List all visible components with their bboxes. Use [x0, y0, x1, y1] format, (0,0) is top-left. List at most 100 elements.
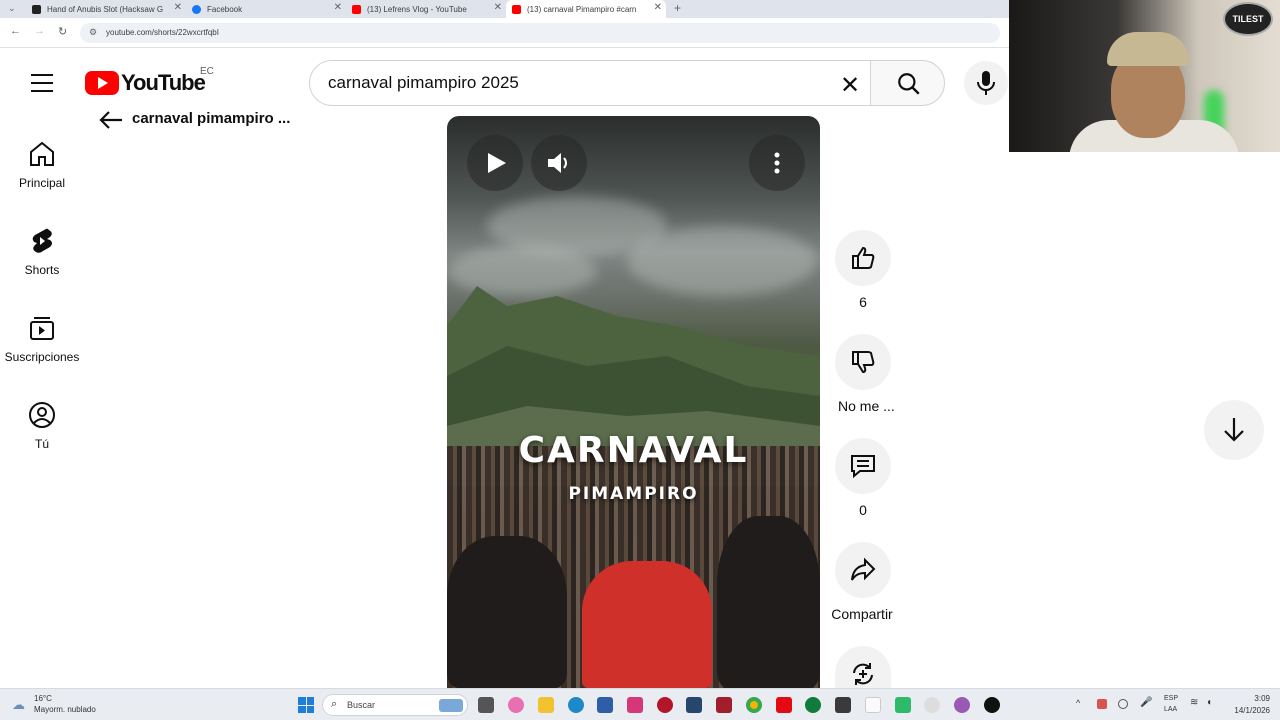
volume-tray-icon[interactable]: ◖ — [1206, 697, 1212, 708]
app-dark-icon[interactable] — [835, 697, 851, 713]
netflix-icon[interactable] — [776, 697, 792, 713]
sidebar-item-tu[interactable]: Tú — [0, 401, 84, 453]
channel-badge-logo: TILEST — [1223, 2, 1273, 36]
microphone-icon — [977, 71, 995, 95]
app-green-icon[interactable] — [805, 697, 821, 713]
back-arrow-icon[interactable] — [98, 108, 124, 130]
dislike-label: No me ... — [838, 398, 895, 414]
volume-icon — [548, 153, 567, 173]
sidebar-item-suscripciones[interactable]: Suscripciones — [0, 314, 84, 366]
youtube-logo[interactable]: YouTube — [85, 70, 206, 95]
voice-search-button[interactable] — [964, 61, 1008, 105]
share-label: Compartir — [831, 606, 893, 622]
play-button[interactable] — [467, 135, 523, 191]
weather-description[interactable]: Mayorm. nublado — [34, 705, 96, 714]
remix-icon — [853, 663, 873, 685]
weather-icon: ☁ — [12, 697, 25, 712]
windows-start-icon[interactable] — [298, 697, 314, 713]
chrome-icon[interactable] — [746, 697, 762, 713]
share-button[interactable] — [835, 542, 891, 598]
windows-taskbar: ☁ 16°C Mayorm. nublado ⌕ Buscar ^ 🎤 ESP … — [0, 688, 1280, 720]
browser-tab[interactable]: Hand of Anubis Slot (Hacksaw G ✕ — [26, 0, 186, 18]
forward-icon[interactable]: → — [34, 25, 45, 37]
clock-date[interactable]: 14/1/2026 — [1226, 706, 1270, 715]
edge-icon[interactable] — [568, 697, 584, 713]
app-red-icon[interactable] — [657, 697, 673, 713]
tab-favicon — [32, 4, 41, 14]
file-explorer-icon[interactable] — [538, 697, 554, 713]
more-options-button[interactable] — [749, 135, 805, 191]
comments-button[interactable] — [835, 438, 891, 494]
youtube-wordmark: YouTube — [121, 70, 206, 95]
browser-tab[interactable]: (13) Lefrens Vlog - YouTube ✕ — [346, 0, 506, 18]
volume-button[interactable] — [531, 135, 587, 191]
next-short-button[interactable] — [1204, 400, 1264, 460]
search-icon: ⌕ — [331, 698, 338, 710]
dislike-button[interactable] — [835, 334, 891, 390]
tab-title: Facebook — [207, 4, 243, 14]
url-field[interactable]: ⚙ youtube.com/shorts/22wxcrtfqbI — [80, 23, 1000, 43]
tiktok-icon[interactable] — [984, 697, 1000, 713]
browser-tab-active[interactable]: (13) carnaval Pimampiro #carn ✕ — [506, 0, 666, 18]
country-code: EC — [200, 66, 214, 77]
address-bar-row: ← → ↻ ⚙ youtube.com/shorts/22wxcrtfqbI — [0, 18, 1010, 48]
shorts-search-title: carnaval pimampiro ... — [132, 110, 291, 127]
taskbar-search-label: Buscar — [347, 700, 376, 710]
search-highlight-icon — [439, 699, 463, 712]
app-purple-icon[interactable] — [954, 697, 970, 713]
tray-app-icon[interactable] — [1118, 699, 1128, 709]
tab-close-icon[interactable]: ✕ — [494, 2, 502, 13]
search-button[interactable] — [870, 60, 945, 106]
search-input[interactable] — [328, 73, 808, 93]
store-icon[interactable] — [597, 697, 613, 713]
back-icon[interactable]: ← — [10, 25, 21, 37]
sidebar-item-label: Tú — [34, 437, 49, 451]
taskbar-search[interactable]: ⌕ Buscar — [322, 694, 468, 716]
instagram-icon[interactable] — [627, 697, 643, 713]
video-overlay-title: CARNAVAL — [518, 430, 749, 471]
webcam-overlay: TILEST — [1009, 0, 1280, 152]
new-tab-button[interactable]: + — [674, 1, 681, 15]
reload-icon[interactable]: ↻ — [58, 25, 67, 38]
input-layout[interactable]: LAA — [1164, 706, 1177, 713]
clock-time[interactable]: 3:09 — [1226, 694, 1270, 703]
weather-temperature[interactable]: 16°C — [34, 694, 52, 703]
search-icon — [898, 73, 920, 95]
shorts-video-player[interactable]: CARNAVAL PIMAMPIRO — [447, 116, 820, 688]
browser-tab[interactable]: Facebook ✕ — [186, 0, 346, 18]
app-circle-icon[interactable] — [924, 697, 940, 713]
tray-mic-icon[interactable]: 🎤 — [1140, 697, 1152, 708]
tab-search-chevron-icon[interactable]: ⌄ — [8, 3, 16, 14]
shorts-icon — [32, 228, 52, 253]
tab-close-icon[interactable]: ✕ — [654, 2, 662, 13]
tray-chevron-icon[interactable]: ^ — [1076, 698, 1080, 708]
youtube-favicon — [352, 4, 361, 14]
clear-search-icon[interactable]: ✕ — [840, 71, 860, 100]
app-shield-icon[interactable] — [686, 697, 702, 713]
thumbs-up-icon — [852, 246, 875, 269]
site-info-icon[interactable]: ⚙ — [89, 27, 97, 38]
tab-title: (13) Lefrens Vlog - YouTube — [367, 4, 467, 14]
sidebar-item-principal[interactable]: Principal — [0, 140, 84, 192]
tray-app-icon[interactable] — [1097, 699, 1107, 709]
sidebar-item-shorts[interactable]: Shorts — [0, 227, 84, 279]
remix-button[interactable] — [835, 646, 891, 688]
app-terminal-icon[interactable] — [895, 697, 911, 713]
task-view-icon[interactable] — [478, 697, 494, 713]
notepad-icon[interactable] — [865, 697, 881, 713]
account-icon — [29, 402, 55, 428]
arrow-down-icon — [1224, 418, 1244, 442]
like-button[interactable] — [835, 230, 891, 286]
share-icon — [851, 557, 876, 581]
tab-close-icon[interactable]: ✕ — [174, 2, 182, 13]
url-text: youtube.com/shorts/22wxcrtfqbI — [106, 28, 219, 37]
tab-close-icon[interactable]: ✕ — [334, 2, 342, 13]
sidebar-item-label: Principal — [18, 176, 66, 190]
input-language[interactable]: ESP — [1164, 695, 1178, 702]
menu-icon[interactable] — [31, 74, 53, 92]
video-overlay-subtitle: PIMAMPIRO — [568, 484, 699, 504]
app-media-icon[interactable] — [716, 697, 732, 713]
copilot-icon[interactable] — [508, 697, 524, 713]
wifi-icon[interactable]: ≋ — [1190, 697, 1198, 708]
tab-title: Hand of Anubis Slot (Hacksaw G — [47, 4, 164, 14]
